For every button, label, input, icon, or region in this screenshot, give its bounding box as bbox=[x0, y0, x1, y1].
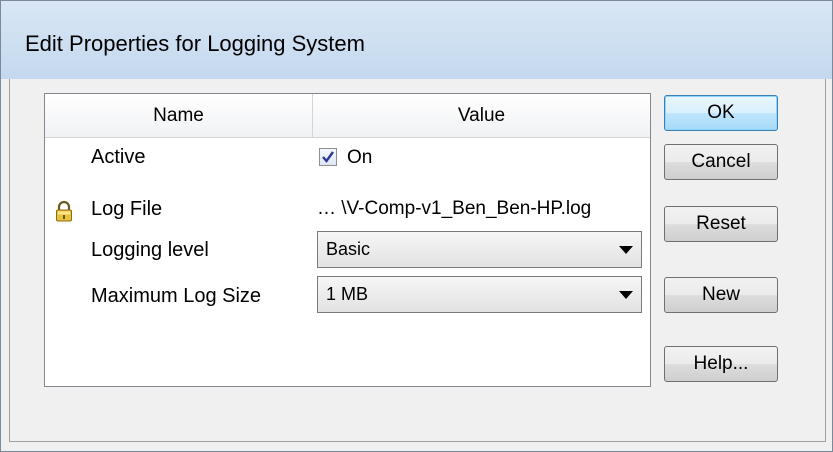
max-log-size-dropdown[interactable]: 1 MB bbox=[317, 276, 642, 313]
title-bar[interactable]: Edit Properties for Logging System bbox=[1, 1, 832, 79]
checkmark-icon bbox=[322, 151, 334, 163]
property-name-max-log-size: Maximum Log Size bbox=[91, 285, 262, 307]
reset-button[interactable]: Reset bbox=[664, 206, 778, 242]
active-value: On bbox=[347, 147, 373, 168]
active-checkbox[interactable] bbox=[319, 148, 337, 166]
new-button[interactable]: New bbox=[664, 277, 778, 313]
cancel-button[interactable]: Cancel bbox=[664, 144, 778, 180]
log-file-value: … \V-Comp-v1_Ben_Ben-HP.log bbox=[317, 198, 592, 219]
column-header-value[interactable]: Value bbox=[313, 94, 650, 138]
column-header-name[interactable]: Name bbox=[45, 94, 313, 138]
dialog-window: Edit Properties for Logging System Name … bbox=[0, 0, 833, 452]
property-name-log-file: Log File bbox=[91, 198, 163, 220]
property-name-logging-level: Logging level bbox=[91, 239, 209, 261]
logging-level-dropdown[interactable]: Basic bbox=[317, 231, 642, 268]
properties-table: Name Value Active On Log File … \V-Comp-… bbox=[44, 93, 651, 387]
lock-icon bbox=[56, 200, 72, 222]
dialog-title: Edit Properties for Logging System bbox=[25, 31, 365, 56]
dropdown-arrow-icon bbox=[619, 291, 633, 299]
help-button[interactable]: Help... bbox=[664, 346, 778, 382]
ok-button[interactable]: OK bbox=[664, 95, 778, 131]
dropdown-arrow-icon bbox=[619, 246, 633, 254]
logging-level-selected: Basic bbox=[326, 239, 371, 259]
max-log-size-selected: 1 MB bbox=[326, 284, 369, 304]
property-name-active: Active bbox=[91, 146, 146, 168]
